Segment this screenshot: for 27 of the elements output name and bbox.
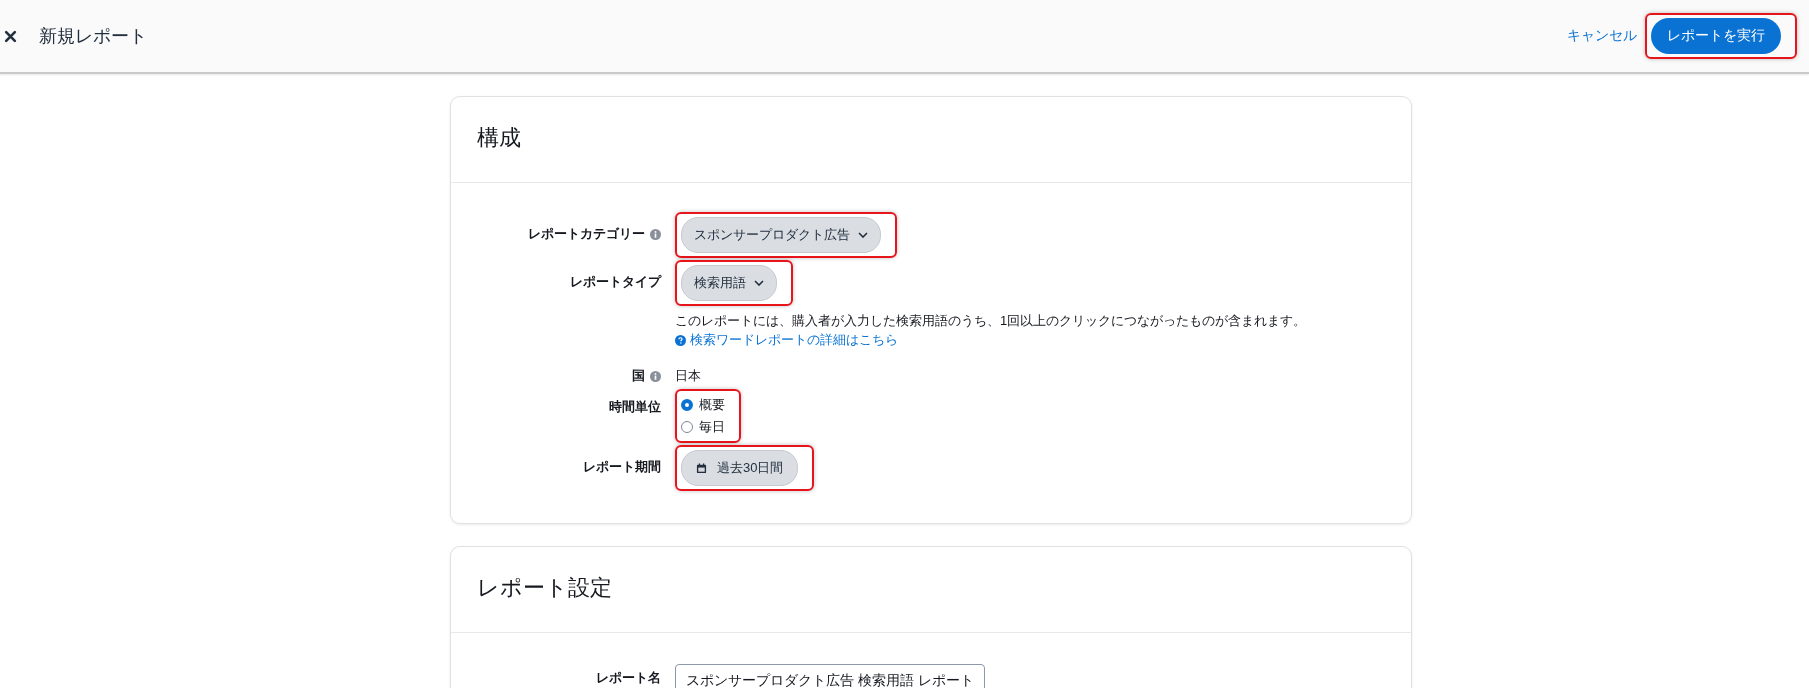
help-link[interactable]: 検索ワードレポートの詳細はこちら [690,330,898,350]
info-icon[interactable] [650,370,661,382]
section-title: レポート設定 [451,547,1411,633]
date-range-button[interactable]: 過去30日間 [681,450,799,486]
info-icon[interactable] [650,228,661,240]
field-label: レポート名 [596,669,661,687]
radio-option[interactable]: 毎日 [681,418,725,436]
calendar-icon [696,462,707,474]
chevron-down-icon [754,280,764,286]
dropdown-button[interactable]: スポンサープロダクト広告 [681,217,881,253]
help-icon [675,334,686,346]
chevron-down-icon [858,232,868,238]
run-report-button[interactable]: レポートを実行 [1651,18,1781,54]
description-text: このレポートには、購入者が入力した検索用語のうち、1回以上のクリックにつながったものが含まれます。 [675,312,1308,330]
field-value: 日本 [675,367,701,385]
page-title: 新規レポート [39,25,147,48]
field-label: レポートタイプ [570,273,661,291]
section-title: 構成 [451,97,1411,183]
field-label: 国 [632,367,645,385]
field-label: レポート期間 [583,458,661,476]
field-label: 時間単位 [609,398,661,416]
input-field[interactable]: スポンサープロダクト広告 検索用語 レポート [675,664,985,688]
field-label: レポートカテゴリー [528,225,645,243]
radio-option[interactable]: 概要 [681,396,725,414]
close-icon[interactable] [4,29,17,43]
dropdown-button[interactable]: 検索用語 [681,265,777,301]
cancel-link[interactable]: キャンセル [1567,27,1637,45]
